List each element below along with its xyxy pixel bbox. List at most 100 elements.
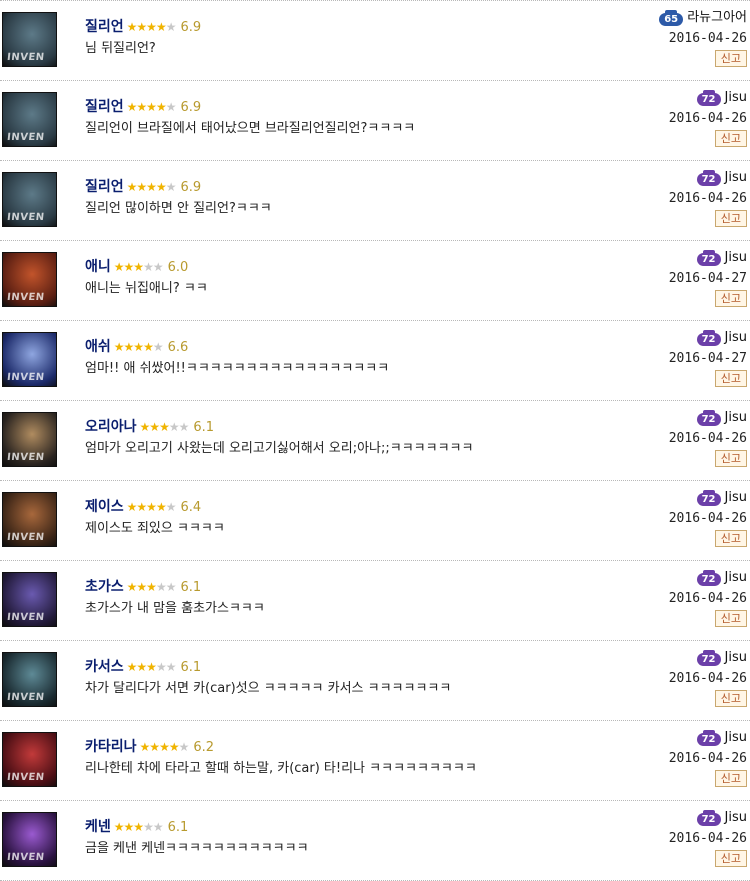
author-name[interactable]: Jisu xyxy=(725,249,747,267)
champion-avatar[interactable]: INVEN xyxy=(2,732,57,787)
rating-score: 6.1 xyxy=(180,580,202,595)
report-button[interactable]: 신고 xyxy=(714,290,747,307)
report-button[interactable]: 신고 xyxy=(714,610,747,627)
author-name[interactable]: 라뉴그아어 xyxy=(687,9,747,27)
star-full-icon: ★ xyxy=(146,100,157,114)
comment-title: 오리아나 ★★★★★ 6.1 xyxy=(85,417,214,437)
comment-text: 차가 달리다가 서면 카(car)섯으 ㅋㅋㅋㅋㅋ 카서스 ㅋㅋㅋㅋㅋㅋㅋ xyxy=(85,681,452,696)
champion-name[interactable]: 질리언 xyxy=(85,99,124,115)
star-full-icon: ★ xyxy=(143,340,154,354)
level-number: 72 xyxy=(696,173,721,186)
level-badge-icon: 72 xyxy=(696,650,721,666)
inven-watermark: INVEN xyxy=(6,692,46,703)
comment-date: 2016-04-26 xyxy=(668,31,747,46)
champion-name[interactable]: 질리언 xyxy=(85,179,124,195)
comment-text: 질리언이 브라질에서 태어났으면 브라질리언질리언?ㅋㅋㅋㅋ xyxy=(85,121,416,136)
champion-name[interactable]: 초가스 xyxy=(85,579,124,595)
champion-name[interactable]: 카서스 xyxy=(85,659,124,675)
report-button[interactable]: 신고 xyxy=(714,690,747,707)
level-badge-icon: 72 xyxy=(696,810,721,826)
report-button[interactable]: 신고 xyxy=(714,530,747,547)
author-line: 72 Jisu xyxy=(669,89,747,107)
star-empty-icon: ★ xyxy=(143,820,154,834)
champion-name[interactable]: 애니 xyxy=(85,259,111,275)
comment-text: 애니는 뉘집애니? ㅋㅋ xyxy=(85,281,208,296)
rating-stars: ★★★★★ xyxy=(114,820,164,834)
star-empty-icon: ★ xyxy=(143,260,154,274)
report-button[interactable]: 신고 xyxy=(714,130,747,147)
champion-name[interactable]: 오리아나 xyxy=(85,419,137,435)
inven-watermark: INVEN xyxy=(6,132,46,143)
champion-avatar[interactable]: INVEN xyxy=(2,652,57,707)
champion-avatar[interactable]: INVEN xyxy=(2,572,57,627)
champion-avatar[interactable]: INVEN xyxy=(2,92,57,147)
author-name[interactable]: Jisu xyxy=(725,809,747,827)
champion-name[interactable]: 케넨 xyxy=(85,819,111,835)
comment-meta: 72 Jisu 2016-04-27 신고 xyxy=(669,249,747,307)
author-name[interactable]: Jisu xyxy=(725,729,747,747)
star-full-icon: ★ xyxy=(136,20,147,34)
author-name[interactable]: Jisu xyxy=(725,489,747,507)
champion-name[interactable]: 카타리나 xyxy=(85,739,137,755)
level-badge-icon: 72 xyxy=(696,330,721,346)
star-full-icon: ★ xyxy=(136,100,147,114)
report-button[interactable]: 신고 xyxy=(714,770,747,787)
star-full-icon: ★ xyxy=(126,180,138,194)
champion-avatar[interactable]: INVEN xyxy=(2,492,57,547)
champion-avatar[interactable]: INVEN xyxy=(2,172,57,227)
champion-avatar[interactable]: INVEN xyxy=(2,812,57,867)
star-full-icon: ★ xyxy=(126,580,138,594)
star-empty-icon: ★ xyxy=(165,20,177,34)
champion-avatar[interactable]: INVEN xyxy=(2,332,57,387)
comment-text: 금을 케낸 케넨ㅋㅋㅋㅋㅋㅋㅋㅋㅋㅋㅋㅋ xyxy=(85,841,309,856)
star-full-icon: ★ xyxy=(146,580,157,594)
star-full-icon: ★ xyxy=(139,740,151,754)
champion-name[interactable]: 애쉬 xyxy=(85,339,111,355)
star-full-icon: ★ xyxy=(159,420,170,434)
author-name[interactable]: Jisu xyxy=(725,329,747,347)
comment-text: 질리언 많이하면 안 질리언?ㅋㅋㅋ xyxy=(85,201,272,216)
rating-score: 6.1 xyxy=(167,820,189,835)
author-name[interactable]: Jisu xyxy=(725,169,747,187)
author-line: 72 Jisu xyxy=(669,169,747,187)
level-number: 72 xyxy=(696,733,721,746)
author-name[interactable]: Jisu xyxy=(725,569,747,587)
author-line: 72 Jisu xyxy=(669,649,747,667)
rating-score: 6.9 xyxy=(180,180,202,195)
star-full-icon: ★ xyxy=(146,20,157,34)
champion-avatar[interactable]: INVEN xyxy=(2,412,57,467)
rating-stars: ★★★★★ xyxy=(127,500,177,514)
report-button[interactable]: 신고 xyxy=(714,210,747,227)
report-button[interactable]: 신고 xyxy=(714,50,747,67)
author-name[interactable]: Jisu xyxy=(725,649,747,667)
inven-watermark: INVEN xyxy=(6,852,46,863)
report-button[interactable]: 신고 xyxy=(714,450,747,467)
champion-name[interactable]: 제이스 xyxy=(85,499,124,515)
star-full-icon: ★ xyxy=(136,660,147,674)
level-number: 72 xyxy=(696,253,721,266)
star-full-icon: ★ xyxy=(136,500,147,514)
comment-date: 2016-04-26 xyxy=(668,831,747,846)
comment-meta: 65 라뉴그아어 2016-04-26 신고 xyxy=(659,9,747,67)
champion-avatar[interactable]: INVEN xyxy=(2,252,57,307)
comment-title: 케넨 ★★★★★ 6.1 xyxy=(85,817,188,837)
author-name[interactable]: Jisu xyxy=(725,409,747,427)
star-empty-icon: ★ xyxy=(165,100,177,114)
level-number: 65 xyxy=(659,13,684,26)
comment-date: 2016-04-26 xyxy=(668,511,747,526)
star-full-icon: ★ xyxy=(146,660,157,674)
comment-text: 리나한테 차에 타라고 할때 하는말, 카(car) 타!리나 ㅋㅋㅋㅋㅋㅋㅋㅋ… xyxy=(85,761,477,776)
report-button[interactable]: 신고 xyxy=(714,850,747,867)
author-name[interactable]: Jisu xyxy=(725,89,747,107)
rating-score: 6.9 xyxy=(180,100,202,115)
champion-name[interactable]: 질리언 xyxy=(85,19,124,35)
champion-avatar[interactable]: INVEN xyxy=(2,12,57,67)
star-empty-icon: ★ xyxy=(155,660,167,674)
level-number: 72 xyxy=(696,413,721,426)
rating-score: 6.9 xyxy=(180,20,202,35)
report-button[interactable]: 신고 xyxy=(714,370,747,387)
star-empty-icon: ★ xyxy=(178,740,190,754)
comment-row: INVEN 질리언 ★★★★★ 6.9 님 뒤질리언? 65 라뉴그아어 2016-… xyxy=(0,1,750,81)
comment-title: 질리언 ★★★★★ 6.9 xyxy=(85,97,201,117)
level-number: 72 xyxy=(696,493,721,506)
